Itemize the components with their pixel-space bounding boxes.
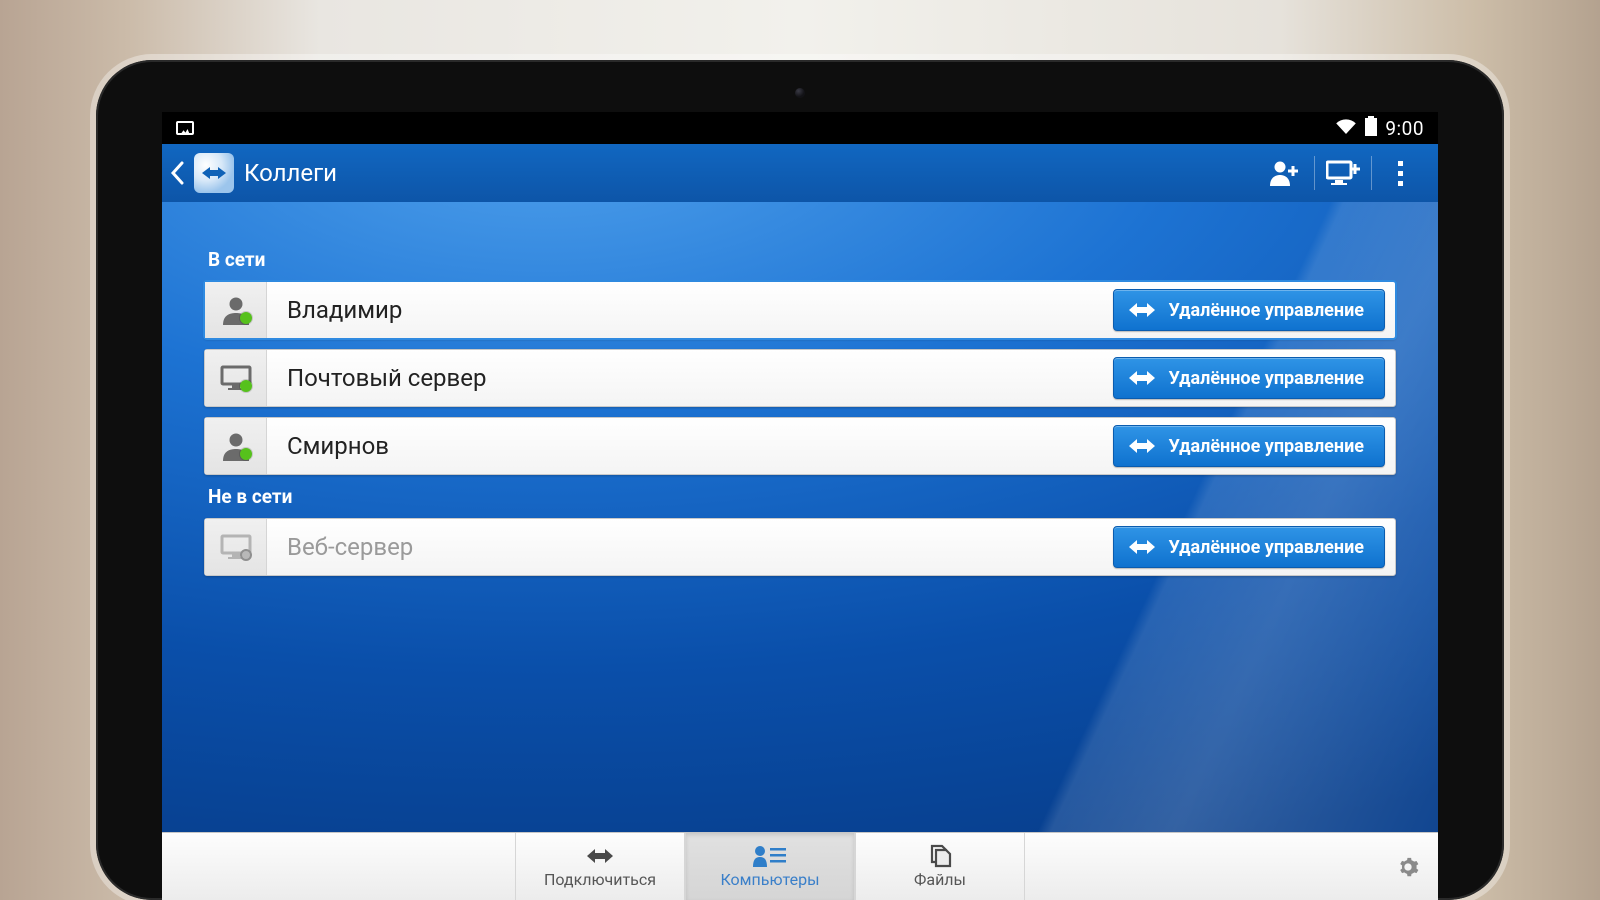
remote-control-label: Удалённое управление [1168,436,1364,457]
remote-control-label: Удалённое управление [1168,537,1364,558]
bottom-tab-bar: Подключиться Компьютеры Файлы [162,832,1438,900]
files-icon [928,844,952,868]
remote-control-button[interactable]: Удалённое управление [1113,425,1385,467]
tab-computers[interactable]: Компьютеры [685,833,855,900]
contact-name: Смирнов [267,432,1107,460]
online-status-dot [240,380,252,392]
connect-icon [585,844,615,868]
section-header-online: В сети [208,248,1396,271]
tablet-screen: 9:00 Коллеги [162,112,1438,900]
tab-connect[interactable]: Подключиться [515,833,685,900]
section-header-offline: Не в сети [208,485,1396,508]
tab-label: Файлы [914,870,966,889]
contact-type-icon [205,350,267,406]
remote-control-label: Удалённое управление [1168,368,1364,389]
gear-icon [1397,856,1419,878]
remote-control-button[interactable]: Удалённое управление [1113,526,1385,568]
contact-type-icon [205,418,267,474]
tab-files[interactable]: Файлы [855,833,1025,900]
screenshot-icon [176,121,194,135]
contact-type-icon [205,519,267,575]
contact-row[interactable]: Смирнов Удалённое управление [204,417,1396,475]
add-computer-button[interactable] [1315,144,1371,202]
contact-type-icon [205,282,267,338]
computers-icon [753,844,787,868]
tab-label: Компьютеры [720,870,819,889]
tab-label: Подключиться [544,870,656,889]
contact-row[interactable]: Веб-сервер Удалённое управление [204,518,1396,576]
app-logo-icon [194,153,234,193]
contact-name: Веб-сервер [267,533,1107,561]
overflow-menu-button[interactable] [1372,144,1428,202]
back-button[interactable] [162,161,192,185]
remote-control-button[interactable]: Удалённое управление [1113,357,1385,399]
online-status-dot [240,312,252,324]
wifi-icon [1335,118,1357,139]
tablet-device-frame: 9:00 Коллеги [96,60,1504,900]
offline-status-dot [240,549,252,561]
remote-control-label: Удалённое управление [1168,300,1364,321]
remote-control-button[interactable]: Удалённое управление [1113,289,1385,331]
contact-name: Владимир [267,296,1107,324]
battery-icon [1365,116,1377,141]
contact-row[interactable]: Владимир Удалённое управление [204,281,1396,339]
android-status-bar: 9:00 [162,112,1438,144]
online-status-dot [240,448,252,460]
add-contact-button[interactable] [1258,144,1314,202]
app-action-bar: Коллеги [162,144,1438,202]
settings-button[interactable] [1378,833,1438,900]
contact-name: Почтовый сервер [267,364,1107,392]
contact-row[interactable]: Почтовый сервер Удалённое управление [204,349,1396,407]
app-body: В сети Владимир Удалённое управление [162,202,1438,832]
page-title: Коллеги [244,159,337,187]
status-time: 9:00 [1385,117,1424,140]
